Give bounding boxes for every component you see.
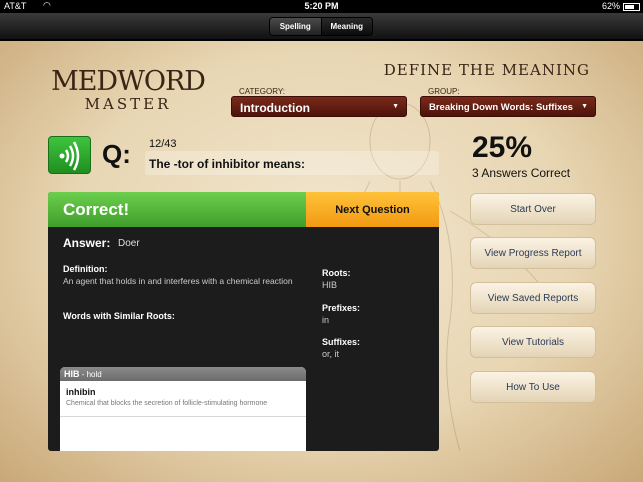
result-status: Correct! [63, 200, 130, 219]
logo-line2: MASTER [84, 95, 172, 113]
score-subtitle: 3 Answers Correct [472, 166, 571, 180]
result-banner: Correct! [48, 192, 306, 227]
similar-words-table: HIB - hold inhibin Chemical that blocks … [60, 367, 306, 451]
mode-segmented-control: Spelling Meaning [269, 17, 373, 36]
main-content: MEDWORD MASTER DEFINE THE MEANING CATEGO… [0, 41, 643, 482]
table-row[interactable] [60, 417, 306, 451]
question-prefix: Q: [102, 139, 131, 169]
definition-label: Definition: [63, 264, 108, 274]
definition-value: An agent that holds in and interferes wi… [63, 276, 293, 286]
question-text: The -tor of inhibitor means: [149, 157, 305, 171]
similar-word: inhibin [66, 387, 96, 397]
prefixes-label: Prefixes: [322, 303, 361, 313]
similar-words-header: HIB - hold [60, 367, 306, 381]
start-over-button[interactable]: Start Over [470, 193, 596, 225]
clock: 5:20 PM [304, 1, 339, 11]
group-label: GROUP: [428, 87, 460, 96]
root-tag: HIB [64, 369, 80, 379]
view-saved-reports-button[interactable]: View Saved Reports [470, 282, 596, 314]
root-meaning: - hold [79, 370, 102, 379]
status-bar: AT&T ◠ 5:20 PM 62% [0, 0, 643, 13]
battery-percent: 62% [601, 1, 620, 11]
tab-meaning[interactable]: Meaning [321, 18, 372, 35]
table-row[interactable]: inhibin Chemical that blocks the secreti… [60, 381, 306, 417]
answer-label: Answer: [63, 236, 111, 250]
score-percent: 25% [472, 131, 533, 164]
category-dropdown[interactable]: Introduction ▼ [231, 96, 407, 117]
question-counter: 12/43 [149, 138, 177, 150]
how-to-use-button[interactable]: How To Use [470, 371, 596, 403]
nav-bar: Spelling Meaning [0, 13, 643, 40]
tab-spelling[interactable]: Spelling [270, 18, 322, 35]
roots-value: HIB [322, 280, 338, 290]
next-question-button[interactable]: Next Question [306, 192, 439, 227]
prefixes-value: in [322, 315, 330, 325]
suffixes-label: Suffixes: [322, 337, 361, 347]
answer-panel: Correct! Next Question Answer: Doer Defi… [48, 192, 439, 451]
suffixes-value: or, it [322, 349, 340, 359]
speaker-button[interactable] [48, 136, 91, 174]
speaker-icon [59, 141, 80, 171]
roots-label: Roots: [322, 268, 351, 278]
similar-words-label: Words with Similar Roots: [63, 311, 175, 321]
page-title: DEFINE THE MEANING [383, 61, 590, 79]
answer-value: Doer [118, 238, 140, 249]
chevron-down-icon: ▼ [581, 103, 588, 110]
category-label: CATEGORY: [239, 87, 285, 96]
group-dropdown[interactable]: Breaking Down Words: Suffixes ▼ [420, 96, 596, 117]
view-progress-report-button[interactable]: View Progress Report [470, 237, 596, 269]
similar-word-definition: Chemical that blocks the secretion of fo… [66, 400, 268, 407]
view-tutorials-button[interactable]: View Tutorials [470, 326, 596, 358]
category-value: Introduction [240, 101, 310, 115]
logo-line1: MEDWORD [51, 66, 206, 97]
app-logo: MEDWORD MASTER [48, 66, 208, 113]
group-value: Breaking Down Words: Suffixes [429, 102, 573, 113]
battery-icon [623, 3, 640, 11]
chevron-down-icon: ▼ [392, 103, 399, 110]
